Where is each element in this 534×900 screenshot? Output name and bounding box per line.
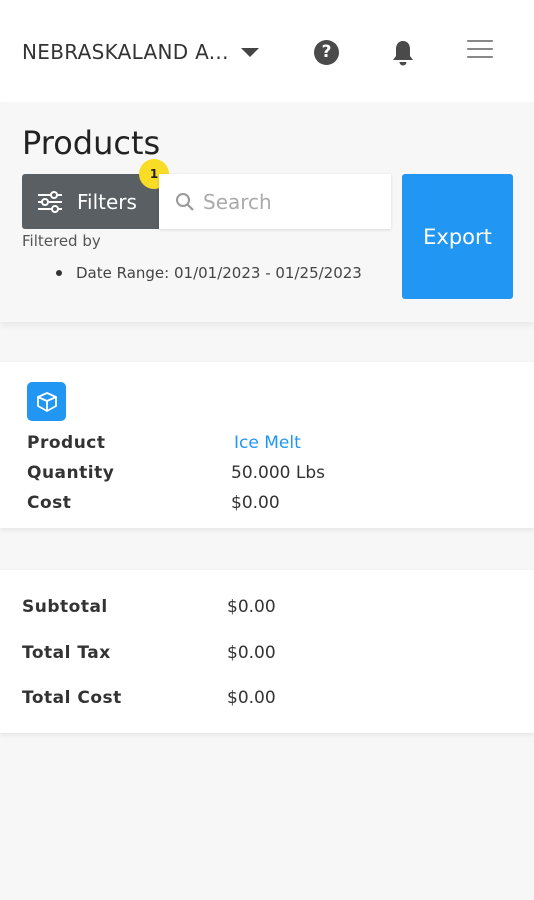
total-tax-value: $0.00	[227, 643, 276, 663]
quantity-value: 50.000 Lbs	[231, 463, 326, 483]
subtotal-value: $0.00	[227, 597, 276, 617]
bullet-icon	[56, 270, 62, 276]
filters-button[interactable]: Filters	[22, 174, 159, 229]
page-title: Products	[22, 124, 161, 162]
filtered-by-label: Filtered by	[22, 232, 101, 250]
quantity-label: Quantity	[27, 463, 115, 483]
search-field[interactable]	[159, 174, 391, 229]
hamburger-menu-icon[interactable]	[467, 40, 493, 60]
total-cost-label: Total Cost	[22, 688, 122, 708]
cost-label: Cost	[27, 493, 72, 513]
total-tax-label: Total Tax	[22, 643, 111, 663]
product-label: Product	[27, 433, 106, 453]
help-icon[interactable]: ?	[314, 40, 339, 65]
export-button[interactable]: Export	[402, 174, 513, 299]
subtotal-label: Subtotal	[22, 597, 108, 617]
search-icon	[176, 192, 194, 211]
total-cost-value: $0.00	[227, 688, 276, 708]
active-filter-text: Date Range: 01/01/2023 - 01/25/2023	[76, 264, 362, 282]
caret-down-icon	[240, 47, 259, 57]
filters-label: Filters	[77, 189, 137, 214]
active-filter-item: Date Range: 01/01/2023 - 01/25/2023	[56, 264, 362, 282]
box-icon	[27, 382, 66, 421]
bell-icon[interactable]	[391, 39, 415, 67]
search-input[interactable]	[203, 189, 383, 214]
sliders-icon	[38, 190, 62, 213]
cost-value: $0.00	[231, 493, 280, 513]
organization-name: NEBRASKALAND A...	[22, 40, 229, 64]
organization-selector[interactable]: NEBRASKALAND A...	[22, 40, 259, 64]
product-link[interactable]: Ice Melt	[234, 433, 301, 453]
